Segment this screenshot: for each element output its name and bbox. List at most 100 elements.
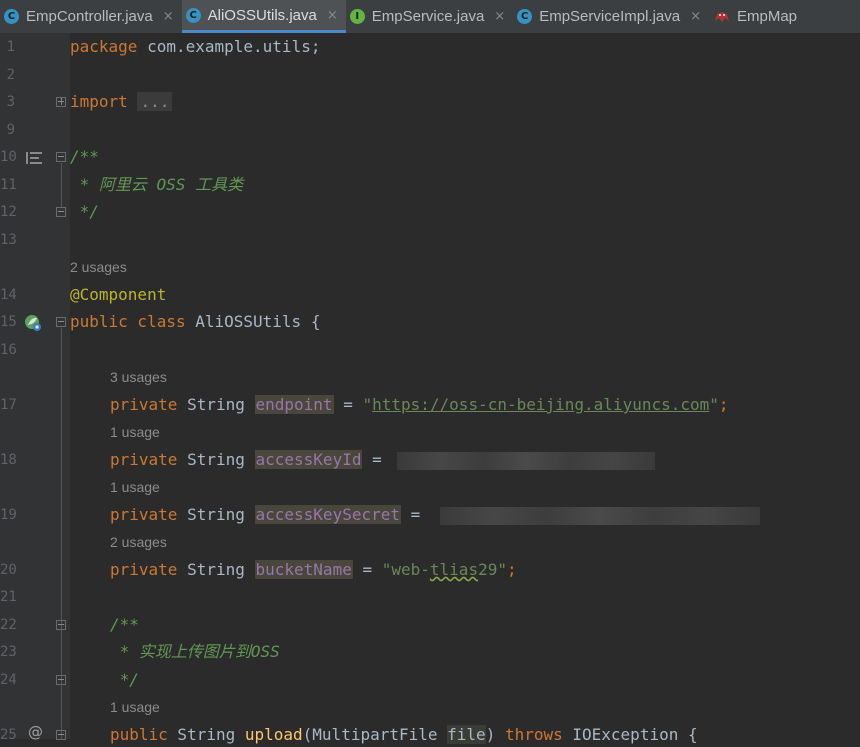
tab-empmapper[interactable]: EmpMap: [709, 0, 805, 33]
fold-guide: [61, 163, 62, 207]
code-text: =: [401, 505, 430, 524]
tab-label: AliOSSUtils.java: [207, 6, 317, 24]
line-number: 2: [6, 67, 15, 83]
editor-gutter: 1 2 3 9 10 11 12 13 14 15 16 17 18 19 20…: [0, 33, 70, 743]
line-number: 16: [0, 342, 17, 358]
java-class-icon: C: [4, 9, 19, 24]
code-line: package com.example.utils;: [70, 35, 320, 59]
code-text: (MultipartFile: [302, 725, 448, 744]
usages-hint[interactable]: 2 usages: [110, 532, 167, 552]
usages-hint[interactable]: 3 usages: [110, 367, 167, 387]
editor-tab-bar: C EmpController.java × C AliOSSUtils.jav…: [0, 0, 860, 34]
doc-comment-line: * 阿里云 OSS 工具类: [70, 175, 244, 194]
java-class-icon: C: [517, 9, 533, 24]
line-number: 23: [0, 644, 17, 660]
code-line: private String accessKeySecret =: [110, 503, 760, 527]
line-number: 11: [0, 177, 17, 193]
code-line: public class AliOSSUtils {: [70, 310, 320, 334]
code-text: IOException {: [562, 725, 698, 744]
keyword: package: [70, 37, 138, 56]
keyword: private: [110, 395, 178, 414]
keyword: private: [110, 450, 178, 469]
fold-collapse-icon[interactable]: [56, 152, 66, 162]
tab-aliossutils[interactable]: C AliOSSUtils.java ×: [181, 0, 346, 33]
java-class-icon: C: [185, 7, 201, 23]
code-line: public String upload(MultipartFile file)…: [110, 723, 698, 747]
redacted-value: [439, 506, 760, 525]
doc-comment-line: /**: [70, 147, 99, 166]
code-text: =: [333, 395, 363, 414]
line-number: 18: [0, 452, 17, 468]
line-number: 25: [0, 727, 17, 743]
field-name: accessKeyId: [254, 450, 363, 469]
line-number: 1: [6, 39, 15, 55]
code-text: AliOSSUtils {: [185, 312, 321, 331]
doc-comment-line: */: [110, 670, 139, 689]
fold-collapse-icon[interactable]: [56, 207, 66, 217]
string-literal: ": [709, 395, 719, 414]
fold-collapse-icon[interactable]: [56, 317, 66, 327]
close-icon[interactable]: ×: [163, 9, 174, 24]
usages-hint[interactable]: 1 usage: [110, 477, 160, 497]
code-text: com.example.utils;: [137, 37, 321, 56]
render-doc-icon[interactable]: [26, 150, 42, 169]
keyword: public: [110, 725, 168, 744]
code-line: private String bucketName = "web-tlias29…: [110, 558, 517, 582]
mybatis-mapper-icon: [713, 9, 731, 24]
code-line: private String endpoint = "https://oss-c…: [110, 393, 729, 417]
code-text: =: [362, 450, 392, 469]
code-text: String: [167, 725, 245, 744]
line-number: 24: [0, 672, 17, 688]
close-icon[interactable]: ×: [690, 9, 701, 24]
keyword: import: [70, 92, 128, 111]
tab-label: EmpController.java: [26, 8, 153, 25]
usages-hint[interactable]: 1 usage: [110, 422, 160, 442]
code-line: import ...: [70, 90, 173, 114]
override-annotation-icon[interactable]: @: [28, 723, 43, 741]
line-number: 15: [0, 314, 17, 330]
fold-collapse-icon[interactable]: [56, 675, 66, 685]
tab-empserviceimpl[interactable]: C EmpServiceImpl.java ×: [513, 0, 709, 33]
folded-imports[interactable]: ...: [137, 92, 173, 111]
tab-empservice[interactable]: I EmpService.java ×: [346, 0, 513, 33]
line-number: 20: [0, 562, 17, 578]
line-number: 17: [0, 397, 17, 413]
close-icon[interactable]: ×: [327, 8, 338, 23]
keyword: public class: [70, 312, 186, 331]
usages-hint[interactable]: 1 usage: [110, 697, 160, 717]
line-number: 19: [0, 507, 17, 523]
url-link[interactable]: https://oss-cn-beijing.aliyuncs.com: [372, 395, 709, 414]
spring-bean-icon[interactable]: [23, 313, 43, 337]
code-editor[interactable]: package com.example.utils; import ... /*…: [70, 33, 860, 744]
code-text: ): [485, 725, 505, 744]
tab-empcontroller[interactable]: C EmpController.java ×: [0, 0, 182, 33]
string-literal: "web-: [381, 560, 430, 579]
doc-comment-line: */: [70, 202, 99, 221]
code-text: String: [177, 560, 255, 579]
usages-hint[interactable]: 2 usages: [70, 257, 127, 277]
method-name: upload: [244, 725, 303, 744]
line-number: 10: [0, 149, 17, 165]
code-text: ;: [506, 560, 517, 579]
doc-comment-line: /**: [110, 615, 139, 634]
annotation-line: @Component: [70, 285, 167, 304]
redacted-value: [397, 451, 656, 470]
tab-label: EmpMap: [737, 8, 798, 25]
typo-underlined-word[interactable]: tlias: [430, 560, 478, 579]
code-text: String: [177, 450, 255, 469]
parameter-name: file: [447, 725, 486, 744]
fold-expand-icon[interactable]: [56, 97, 66, 107]
line-number: 9: [6, 122, 15, 138]
string-literal: 29": [478, 560, 507, 579]
line-number: 14: [0, 287, 17, 303]
fold-collapse-icon[interactable]: [56, 620, 66, 630]
keyword: throws: [504, 725, 563, 744]
code-text: String: [177, 505, 255, 524]
line-number: 12: [0, 204, 17, 220]
tab-label: EmpServiceImpl.java: [539, 8, 681, 25]
field-name: endpoint: [254, 395, 334, 414]
line-number: 13: [0, 232, 17, 248]
close-icon[interactable]: ×: [494, 9, 505, 24]
line-number: 21: [0, 589, 17, 605]
doc-comment-line: * 实现上传图片到OSS: [110, 642, 280, 661]
